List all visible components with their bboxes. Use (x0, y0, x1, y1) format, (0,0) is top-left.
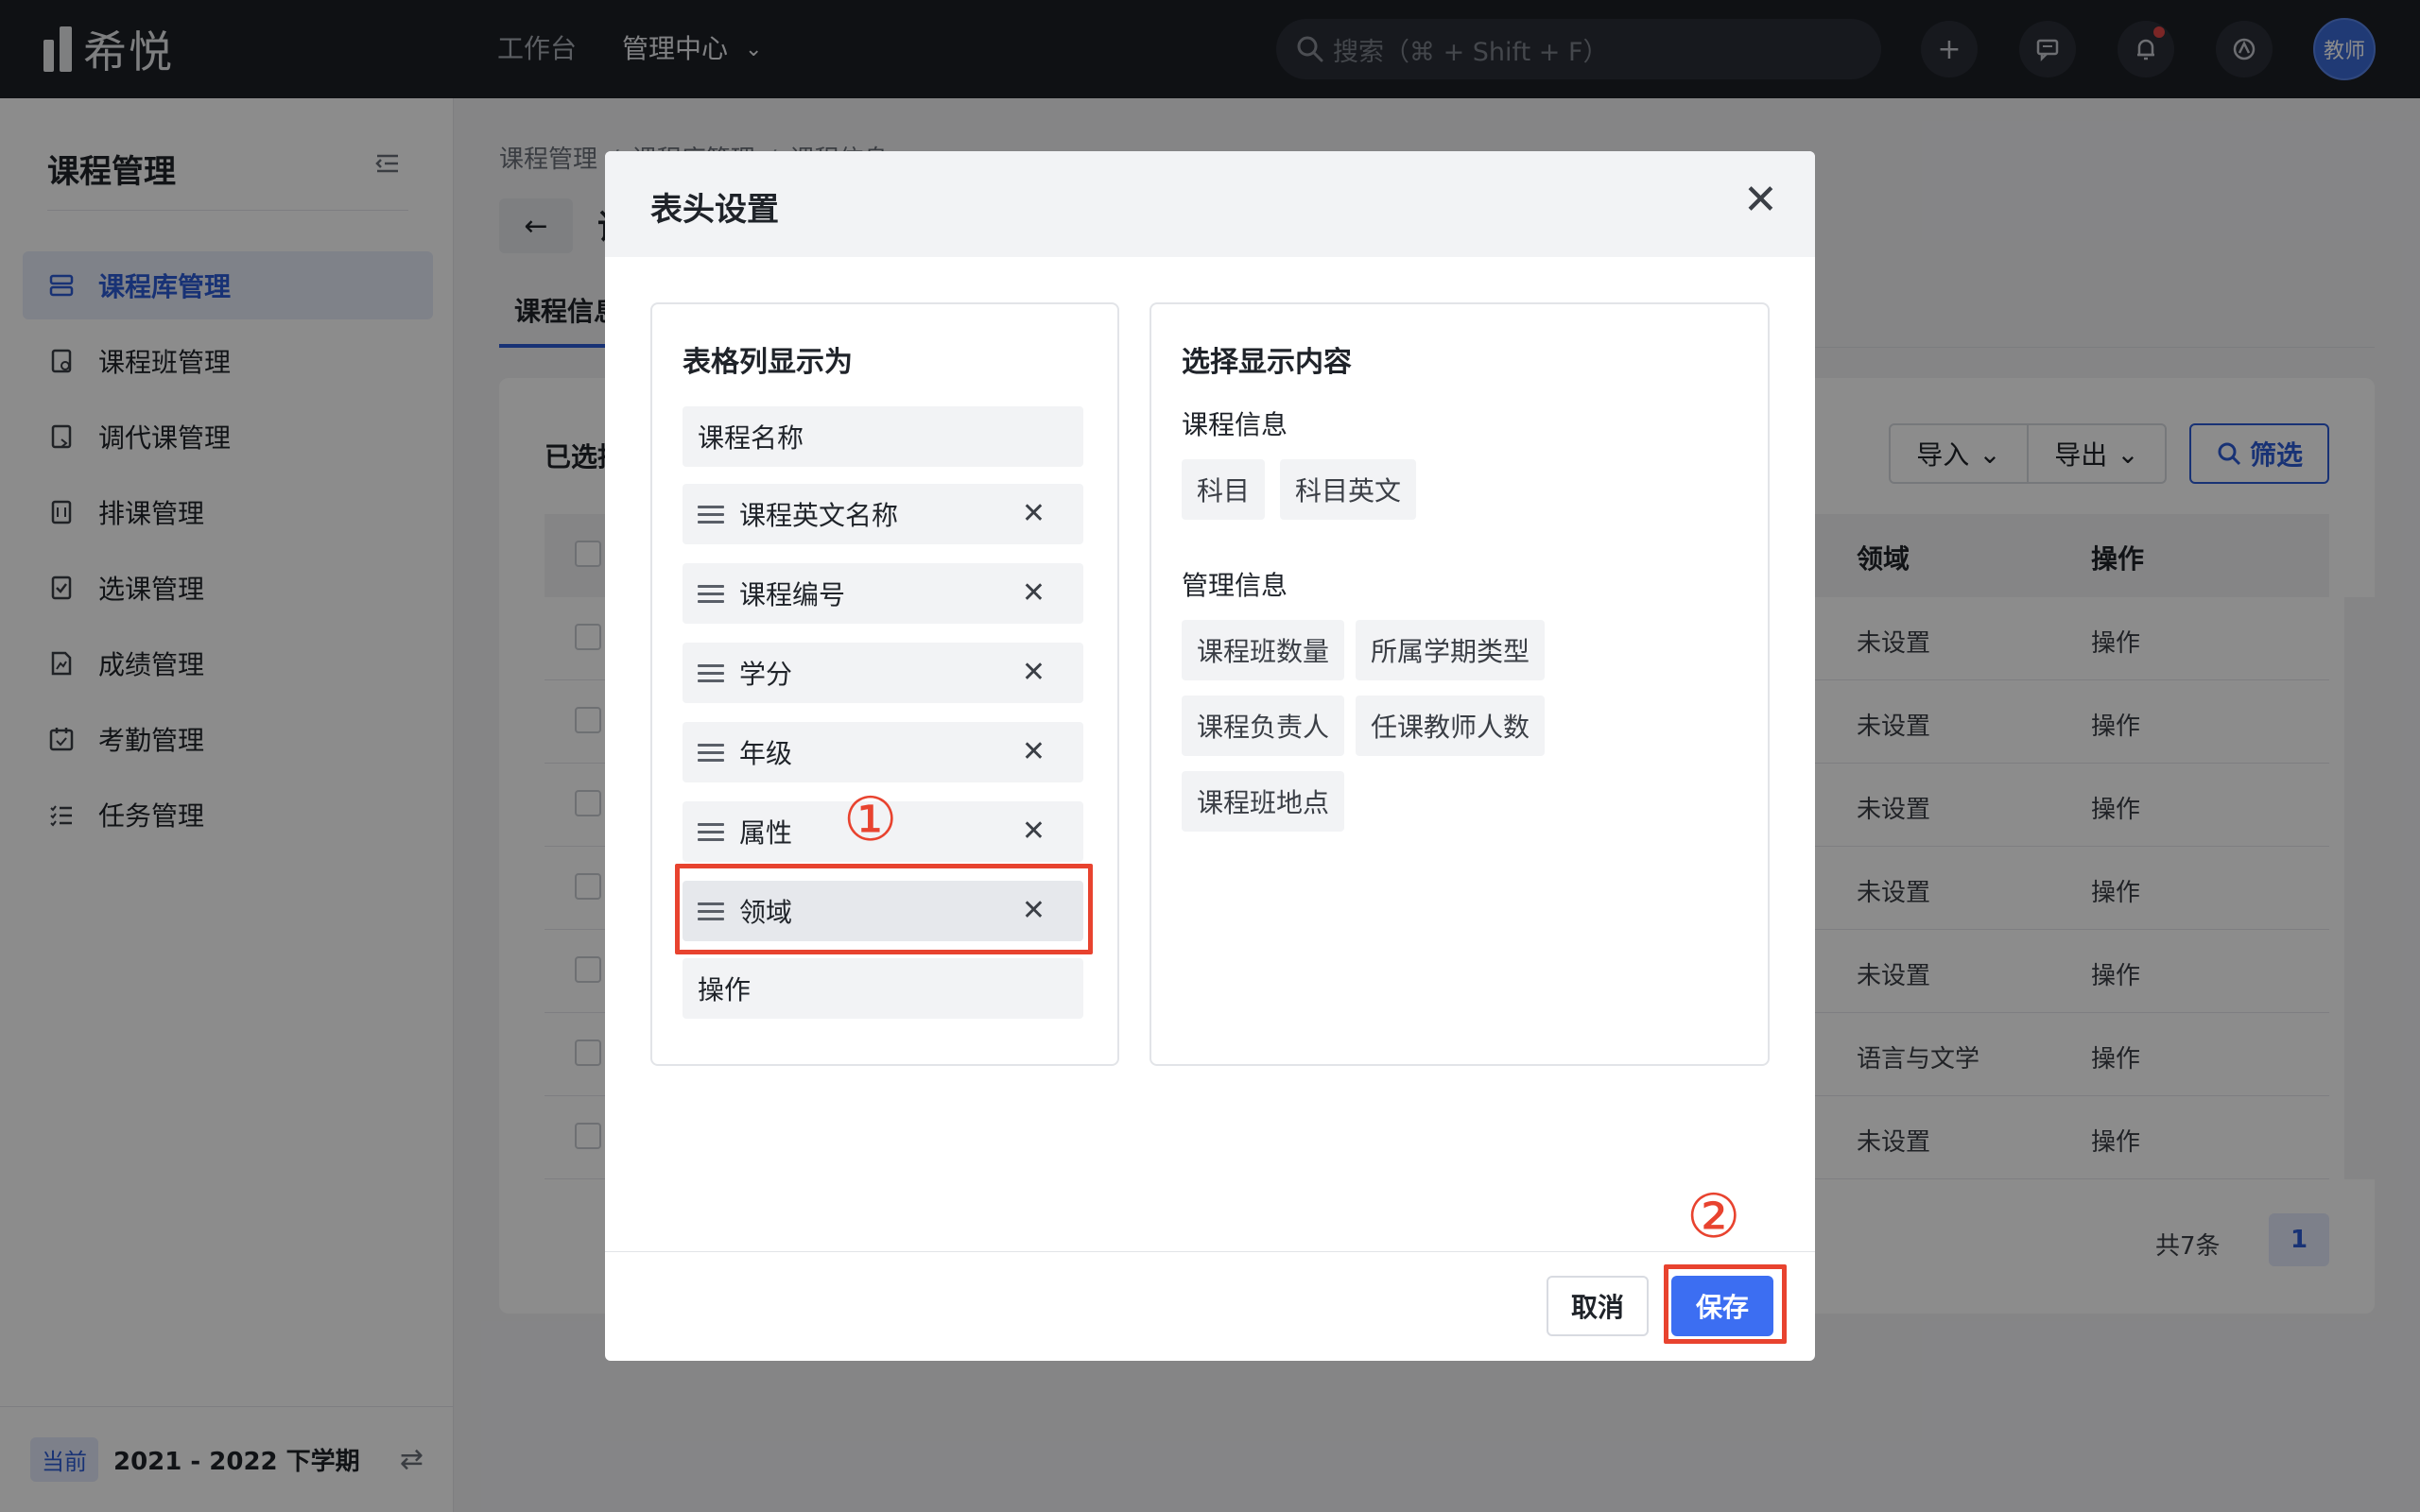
remove-icon[interactable]: ✕ (1022, 815, 1046, 848)
column-item[interactable]: 年级 ✕ (683, 722, 1083, 782)
step-1-marker: ① (843, 785, 898, 855)
column-item[interactable]: 课程英文名称 ✕ (683, 484, 1083, 544)
drag-handle-icon[interactable] (698, 822, 724, 841)
column-chip[interactable]: 科目 (1182, 459, 1266, 520)
column-chip[interactable]: 课程班数量 (1182, 620, 1345, 680)
column-label: 课程名称 (698, 422, 804, 454)
cancel-button[interactable]: 取消 (1547, 1276, 1649, 1336)
column-settings-dialog: 表头设置 ✕ 表格列显示为 课程名称 课程英文名称 ✕ 课程编号 ✕ 学分 ✕ 年级 ✕… (605, 151, 1815, 1361)
available-columns-panel: 选择显示内容 课程信息 科目 科目英文 管理信息 课程班数量 所属学期类型 课程… (1150, 302, 1770, 1066)
column-item[interactable]: 学分 ✕ (683, 643, 1083, 703)
highlight-box-domain-column (675, 864, 1093, 954)
column-label: 年级 (739, 738, 793, 769)
column-chip[interactable]: 所属学期类型 (1356, 620, 1546, 680)
close-icon[interactable]: ✕ (1743, 180, 1778, 221)
step-2-marker: ② (1686, 1182, 1741, 1252)
group-label-course-info: 课程信息 (1182, 409, 1288, 440)
drag-handle-icon[interactable] (698, 505, 724, 524)
available-columns-title: 选择显示内容 (1182, 346, 1352, 379)
fixed-column-actions: 操作 (683, 958, 1083, 1019)
dialog-footer-divider (605, 1251, 1815, 1252)
remove-icon[interactable]: ✕ (1022, 656, 1046, 689)
column-label: 属性 (739, 817, 793, 849)
remove-icon[interactable]: ✕ (1022, 497, 1046, 530)
column-label: 课程英文名称 (739, 500, 899, 531)
dialog-title: 表头设置 (650, 191, 779, 229)
column-chip[interactable]: 科目英文 (1280, 459, 1417, 520)
group-label-management-info: 管理信息 (1182, 570, 1288, 601)
column-chip[interactable]: 任课教师人数 (1356, 696, 1546, 756)
column-label: 学分 (739, 659, 793, 690)
remove-icon[interactable]: ✕ (1022, 735, 1046, 768)
fixed-column-course-name: 课程名称 (683, 406, 1083, 467)
drag-handle-icon[interactable] (698, 743, 724, 762)
column-chip[interactable]: 课程负责人 (1182, 696, 1345, 756)
dialog-header: 表头设置 ✕ (605, 151, 1815, 257)
column-item[interactable]: 课程编号 ✕ (683, 563, 1083, 624)
column-label: 课程编号 (739, 579, 846, 610)
highlight-box-save-button (1664, 1264, 1787, 1344)
drag-handle-icon[interactable] (698, 584, 724, 603)
drag-handle-icon[interactable] (698, 663, 724, 682)
column-chip[interactable]: 课程班地点 (1182, 771, 1345, 832)
column-order-title: 表格列显示为 (683, 346, 853, 379)
column-label: 操作 (698, 974, 752, 1005)
remove-icon[interactable]: ✕ (1022, 576, 1046, 610)
